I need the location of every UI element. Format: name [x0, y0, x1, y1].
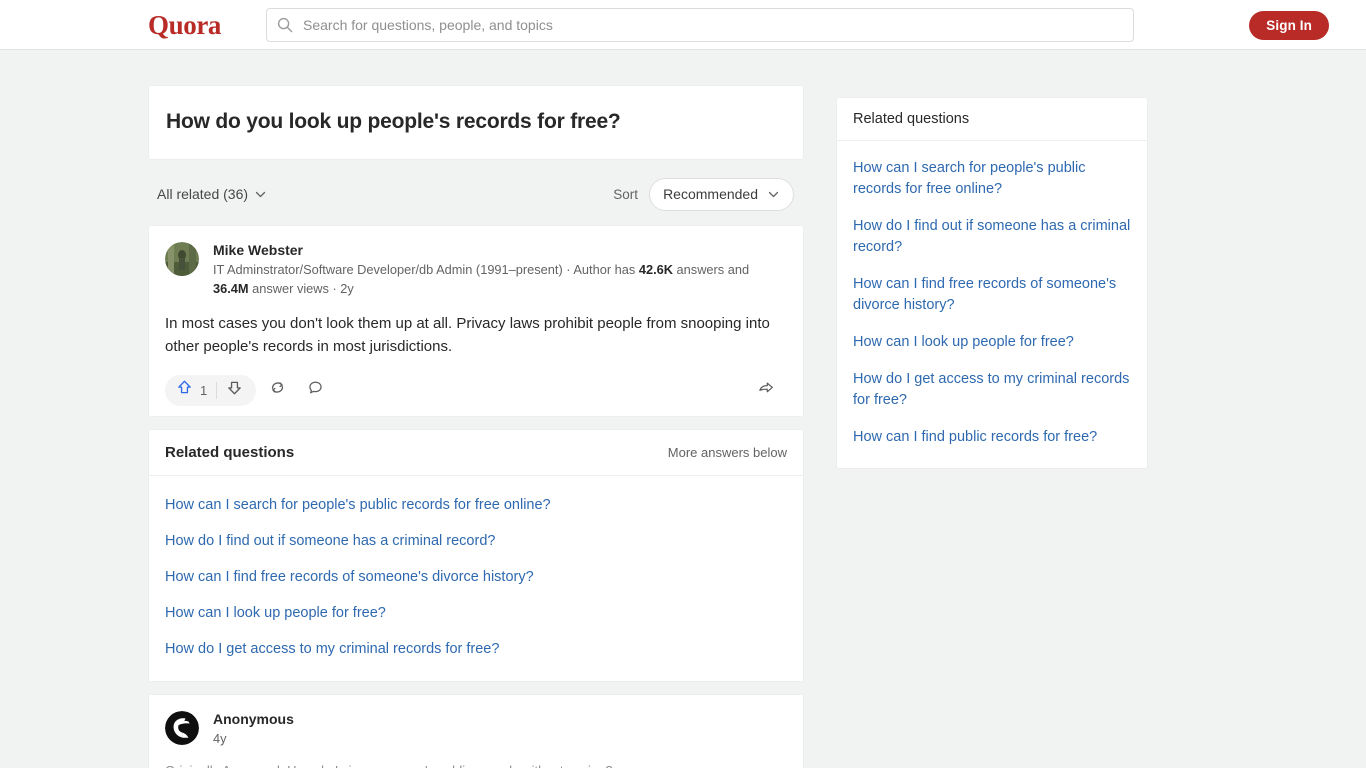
- page-title: How do you look up people's records for …: [166, 110, 621, 133]
- sidebar-question-link[interactable]: How do I find out if someone has a crimi…: [853, 208, 1131, 266]
- sort-label: Sort: [613, 186, 639, 202]
- sort-dropdown[interactable]: Recommended: [649, 177, 794, 211]
- all-related-dropdown[interactable]: All related (36): [157, 186, 267, 202]
- author-meta: Anonymous 4y: [213, 709, 787, 748]
- credential-prefix: IT Adminstrator/Software Developer/db Ad…: [213, 262, 639, 277]
- sidebar-title: Related questions: [837, 98, 1147, 141]
- downvote-button[interactable]: [217, 375, 252, 406]
- credential-mid: answers and: [673, 262, 750, 277]
- share-icon: [757, 379, 775, 402]
- vote-pill: 1: [165, 374, 257, 406]
- credential-suffix: answer views · 2y: [248, 281, 354, 296]
- avatar[interactable]: [165, 711, 199, 745]
- answer-timestamp: 4y: [213, 731, 227, 746]
- answer-body: In most cases you don't look them up at …: [165, 315, 770, 355]
- downvote-icon: [226, 379, 243, 401]
- sidebar-question-link[interactable]: How can I find free records of someone's…: [853, 266, 1131, 324]
- quora-logo[interactable]: Quora: [148, 9, 221, 41]
- upvote-icon: [176, 379, 193, 401]
- repost-icon: [269, 379, 286, 401]
- answer-content: Mike Webster IT Adminstrator/Software De…: [149, 226, 803, 416]
- sidebar: Related questions How can I search for p…: [836, 97, 1148, 481]
- top-navigation-bar: Quora Sign In: [0, 0, 1366, 50]
- sidebar-questions-list: How can I search for people's public rec…: [837, 141, 1147, 468]
- more-answers-below-label: More answers below: [667, 445, 787, 460]
- upvote-count: 1: [200, 382, 208, 398]
- search-icon: [277, 17, 293, 33]
- search-bar[interactable]: [266, 8, 1134, 42]
- main-content-column: How do you look up people's records for …: [148, 85, 804, 768]
- author-name[interactable]: Mike Webster: [213, 241, 787, 259]
- sort-controls: Sort Recommended: [613, 177, 794, 211]
- answers-filter-row: All related (36) Sort Recommended: [148, 172, 804, 216]
- chevron-down-icon: [767, 188, 780, 201]
- avatar[interactable]: [165, 242, 199, 276]
- sign-in-button[interactable]: Sign In: [1249, 11, 1329, 40]
- action-buttons-left: 1: [165, 374, 332, 406]
- author-name[interactable]: Anonymous: [213, 710, 787, 728]
- sidebar-related-questions-card: Related questions How can I search for p…: [836, 97, 1148, 469]
- chevron-down-icon: [254, 188, 267, 201]
- answer-card: Mike Webster IT Adminstrator/Software De…: [148, 225, 804, 417]
- author-meta: Mike Webster IT Adminstrator/Software De…: [213, 240, 787, 298]
- sidebar-question-link[interactable]: How can I look up people for free?: [853, 324, 1131, 361]
- sidebar-question-link[interactable]: How can I search for people's public rec…: [853, 150, 1131, 208]
- author-credential: IT Adminstrator/Software Developer/db Ad…: [213, 260, 787, 298]
- sidebar-question-link[interactable]: How can I find public records for free?: [853, 419, 1131, 456]
- related-question-link[interactable]: How do I get access to my criminal recor…: [165, 631, 787, 667]
- related-questions-header: Related questions More answers below: [149, 430, 803, 476]
- all-related-label: All related (36): [157, 186, 249, 202]
- comment-icon: [307, 379, 324, 401]
- related-question-link[interactable]: How can I search for people's public rec…: [165, 487, 787, 523]
- repost-button[interactable]: [260, 375, 294, 406]
- related-questions-card: Related questions More answers below How…: [148, 429, 804, 682]
- answer-author-row: Mike Webster IT Adminstrator/Software De…: [165, 240, 787, 298]
- originally-answered-label: Originally Answered: How do I view someo…: [165, 762, 787, 768]
- upvote-button[interactable]: 1: [169, 375, 216, 406]
- views-count: 36.4M: [213, 281, 249, 296]
- sidebar-question-link[interactable]: How do I get access to my criminal recor…: [853, 361, 1131, 419]
- related-question-link[interactable]: How can I look up people for free?: [165, 595, 787, 631]
- answer-card: Anonymous 4y Originally Answered: How do…: [148, 694, 804, 768]
- answer-content: Anonymous 4y Originally Answered: How do…: [149, 695, 803, 768]
- search-input[interactable]: [301, 10, 1123, 40]
- comment-button[interactable]: [298, 375, 332, 406]
- answer-author-row: Anonymous 4y: [165, 709, 787, 748]
- question-title-card: How do you look up people's records for …: [148, 85, 804, 160]
- page-body: How do you look up people's records for …: [0, 50, 1366, 768]
- sort-value: Recommended: [663, 186, 758, 202]
- related-question-link[interactable]: How can I find free records of someone's…: [165, 559, 787, 595]
- related-questions-list: How can I search for people's public rec…: [149, 476, 803, 681]
- related-question-link[interactable]: How do I find out if someone has a crimi…: [165, 523, 787, 559]
- related-questions-title: Related questions: [165, 444, 295, 461]
- share-button[interactable]: [749, 375, 783, 406]
- answer-action-bar: 1: [165, 372, 787, 408]
- answers-count: 42.6K: [638, 262, 673, 277]
